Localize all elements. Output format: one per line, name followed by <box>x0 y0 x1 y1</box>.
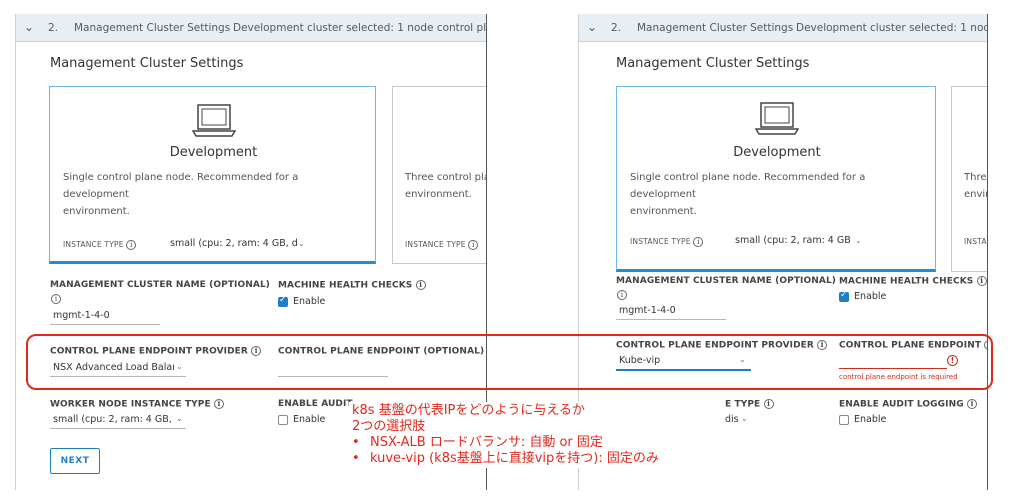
input-underline <box>50 428 186 429</box>
chevron-down-icon[interactable]: ⌄ <box>855 236 862 245</box>
input-underline <box>616 319 726 320</box>
checkbox-label: Enable <box>854 414 887 425</box>
chevron-down-icon[interactable]: ⌄ <box>24 20 34 34</box>
mgmt-cluster-name-input[interactable]: mgmt-1-4-0 <box>53 310 158 321</box>
instance-type-label: INSTANCE TYPE i <box>63 240 137 250</box>
instance-type-label: INSTANCE TYPE i <box>630 237 704 247</box>
input-underline <box>50 324 160 325</box>
audit-checkbox[interactable] <box>278 415 288 425</box>
laptop-icon <box>755 102 799 135</box>
instance-type-select[interactable]: small (cpu: 2, ram: 4 GB, dis <box>170 238 297 249</box>
production-card[interactable]: Threeenviro INSTAN <box>951 86 987 272</box>
info-icon[interactable]: i <box>976 276 987 286</box>
card-description: Single control plane node. Recommended f… <box>630 172 866 217</box>
step-name: Management Cluster Settings <box>74 22 231 34</box>
worker-instance-type-label: E TYPE i <box>725 399 774 410</box>
section-title: Management Cluster Settings <box>50 56 244 71</box>
section-title: Management Cluster Settings <box>616 56 810 71</box>
mgmt-cluster-name-label: MANAGEMENT CLUSTER NAME (OPTIONAL) <box>50 280 271 290</box>
info-icon[interactable]: i <box>213 399 224 409</box>
chevron-down-icon[interactable]: ⌄ <box>741 414 748 423</box>
highlight-box <box>26 334 993 390</box>
checkbox-label: Enable <box>293 414 326 425</box>
audit-checkbox[interactable] <box>839 415 849 425</box>
machine-health-checks-label: MACHINE HEALTH CHECKS i <box>839 276 987 287</box>
development-card[interactable]: Development Single control plane node. R… <box>616 86 936 272</box>
laptop-icon <box>192 104 236 137</box>
worker-instance-type-label: WORKER NODE INSTANCE TYPE i <box>50 399 224 410</box>
annotation-text: k8s 基盤の代表IPをどのように与えるか 2つの選択肢 • NSX-ALB ロー… <box>349 402 662 468</box>
step-header[interactable]: ⌄ 2. Management Cluster Settings Develop… <box>16 14 487 42</box>
instance-type-select[interactable]: small (cpu: 2, ram: 4 GB, dis <box>735 235 851 246</box>
checkbox-label: Enable <box>293 296 326 307</box>
instance-type-label: INSTAN <box>964 237 987 246</box>
step-number: 2. <box>48 22 59 34</box>
machine-health-checks-label: MACHINE HEALTH CHECKS i <box>278 280 426 291</box>
health-checks-checkbox[interactable] <box>278 295 288 307</box>
info-icon[interactable]: i <box>126 240 137 250</box>
mgmt-cluster-name-input[interactable]: mgmt-1-4-0 <box>619 305 719 316</box>
step-header[interactable]: ⌄ 2. Management Cluster Settings Develop… <box>579 14 987 42</box>
info-icon[interactable]: i <box>617 290 627 300</box>
card-description: Single control plane node. Recommended f… <box>63 172 299 217</box>
step-summary: Development cluster selected: 1 node con… <box>233 22 487 34</box>
next-button[interactable]: NEXT <box>50 448 100 474</box>
info-icon[interactable]: i <box>966 399 977 409</box>
instance-type-label: INSTANCE TYPE i <box>405 240 479 250</box>
enable-audit-logging-label: ENABLE AUDIT LOGGING i <box>839 399 977 410</box>
health-checks-checkbox[interactable] <box>839 290 849 302</box>
info-icon[interactable]: i <box>468 240 479 250</box>
info-icon[interactable]: i <box>415 280 426 290</box>
worker-instance-type-select[interactable]: small (cpu: 2, ram: 4 GB, dis <box>53 414 173 425</box>
card-title: Development <box>733 145 821 160</box>
info-icon[interactable]: i <box>693 237 704 247</box>
mgmt-cluster-name-label: MANAGEMENT CLUSTER NAME (OPTIONAL) <box>616 276 837 286</box>
checkbox-label: Enable <box>854 291 887 302</box>
step-summary: Development cluster selected: 1 node con… <box>796 22 987 34</box>
production-card[interactable]: Three control planenvironment. INSTANCE … <box>392 86 486 264</box>
chevron-down-icon[interactable]: ⌄ <box>176 414 183 423</box>
card-title: Development <box>169 145 258 160</box>
card-description: Three control planenvironment. <box>405 172 486 200</box>
info-icon[interactable]: i <box>51 294 61 304</box>
chevron-down-icon[interactable]: ⌄ <box>587 20 597 34</box>
step-number: 2. <box>611 22 622 34</box>
enable-audit-label: ENABLE AUDIT <box>278 399 353 409</box>
card-description: Threeenviro <box>964 172 987 200</box>
development-card[interactable]: Development Single control plane node. R… <box>49 86 376 264</box>
info-icon[interactable]: i <box>763 399 774 409</box>
step-name: Management Cluster Settings <box>637 22 794 34</box>
chevron-down-icon[interactable]: ⌄ <box>298 239 305 248</box>
